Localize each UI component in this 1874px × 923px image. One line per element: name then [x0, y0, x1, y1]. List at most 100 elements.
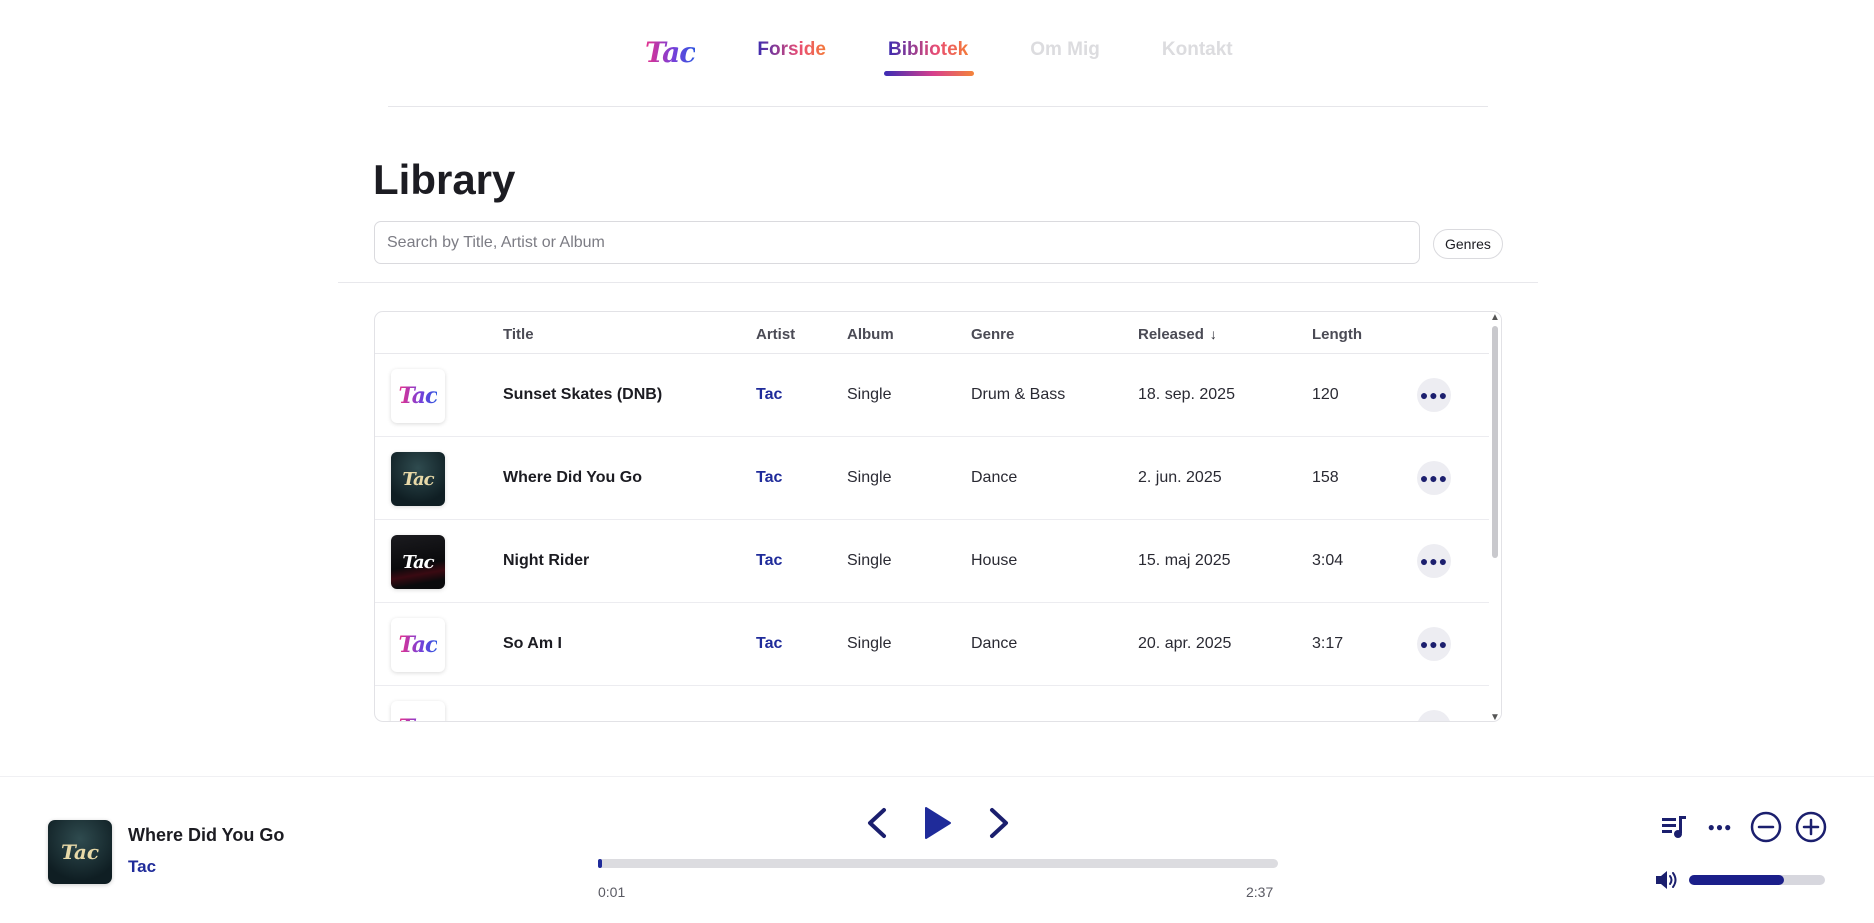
column-header-artist[interactable]: Artist	[756, 326, 795, 343]
cover-art-where-did-you-go: Tac	[391, 452, 445, 506]
track-artist-link[interactable]: Tac	[756, 386, 782, 404]
nav-link-bibliotek[interactable]: Bibliotek	[883, 38, 975, 76]
row-more-options-button[interactable]: ●●●	[1417, 544, 1451, 578]
playback-progress-fill	[598, 859, 603, 868]
track-album: Single	[847, 469, 892, 486]
scroll-down-arrow-icon[interactable]: ▼	[1490, 712, 1500, 721]
scroll-up-arrow-icon[interactable]: ▲	[1490, 312, 1500, 323]
nav-bar: Tac Forside Bibliotek Om Mig Kontakt	[645, 36, 1233, 76]
volume-slider[interactable]	[1689, 875, 1825, 885]
volume-down-button[interactable]	[1750, 811, 1782, 843]
section-divider	[338, 282, 1538, 283]
cover-art-tac-logo: Tac	[391, 618, 445, 672]
column-header-title[interactable]: Title	[503, 326, 534, 343]
column-header-released[interactable]: Released ↓	[1138, 326, 1217, 343]
logo[interactable]: Tac	[645, 36, 696, 69]
track-artist-link[interactable]: Tac	[756, 469, 782, 487]
search-input[interactable]	[374, 221, 1420, 264]
track-album: Single	[847, 552, 892, 569]
track-album: Single	[847, 386, 892, 403]
nav-link-kontakt[interactable]: Kontakt	[1162, 39, 1233, 67]
speaker-volume-icon	[1656, 871, 1677, 889]
page-title: Library	[373, 156, 516, 203]
elapsed-time: 0:01	[598, 884, 626, 900]
row-more-options-button[interactable]: ●●●	[1417, 378, 1451, 412]
track-genre: Drum & Bass	[971, 386, 1066, 403]
track-length: 158	[1312, 469, 1339, 486]
ellipsis-icon: ●●●	[1420, 719, 1448, 721]
row-more-options-button[interactable]: ●●●	[1417, 710, 1451, 721]
play-icon	[925, 807, 951, 839]
more-options-button[interactable]: ●●●	[1704, 811, 1736, 843]
track-title: Sunset Skates (DNB)	[503, 386, 663, 403]
plus-circle-icon	[1795, 811, 1827, 843]
track-released: 18. sep. 2025	[1138, 386, 1235, 403]
ellipsis-icon: ●●●	[1419, 470, 1449, 486]
nav-link-forside[interactable]: Forside	[757, 39, 826, 67]
mute-button[interactable]	[1651, 864, 1683, 896]
tac-logo-icon: Tac	[398, 632, 439, 658]
nav-link-om-mig[interactable]: Om Mig	[1030, 39, 1100, 67]
queue-music-icon	[1662, 816, 1686, 838]
queue-button[interactable]	[1658, 811, 1690, 843]
row-more-options-button[interactable]: ●●●	[1417, 461, 1451, 495]
ellipsis-icon: ●●●	[1419, 553, 1449, 569]
tac-logo-icon: Tac	[402, 551, 434, 573]
library-table: Title Artist Album Genre Released ↓ Lengt…	[374, 311, 1502, 722]
track-length: 120	[1312, 386, 1339, 403]
track-title: Where Did You Go	[503, 469, 642, 486]
playback-progress-slider[interactable]	[598, 859, 1278, 868]
previous-track-button[interactable]	[857, 803, 897, 843]
column-header-genre[interactable]: Genre	[971, 326, 1014, 343]
track-released: 15. maj 2025	[1138, 552, 1231, 569]
track-released: 2. jun. 2025	[1138, 469, 1222, 486]
column-header-length[interactable]: Length	[1312, 326, 1362, 343]
table-row[interactable]: Tac Sunset Skates (DNB) Tac Single Drum …	[375, 354, 1491, 437]
genres-filter-button[interactable]: Genres	[1433, 229, 1503, 259]
track-genre: Dance	[971, 469, 1018, 486]
table-scrollbar[interactable]: ▲ ▼	[1489, 312, 1501, 721]
tac-logo-icon: Tac	[402, 468, 434, 490]
tac-logo-icon: Tac	[398, 383, 439, 409]
table-row[interactable]: Tac Night Rider Tac Single House 15. maj…	[375, 520, 1491, 603]
table-header: Title Artist Album Genre Released ↓ Lengt…	[375, 312, 1491, 354]
chevron-right-icon	[990, 808, 1008, 838]
chevron-left-icon	[868, 808, 886, 838]
volume-up-button[interactable]	[1795, 811, 1827, 843]
now-playing-title: Where Did You Go	[128, 825, 285, 845]
top-nav: Tac Forside Bibliotek Om Mig Kontakt	[0, 0, 1874, 108]
cover-art-tac-logo: Tac	[391, 701, 445, 721]
cover-art-tac-logo: Tac	[391, 369, 445, 423]
cover-art-night-rider: Tac	[391, 535, 445, 589]
track-length: 3:04	[1312, 552, 1344, 569]
track-artist-link[interactable]: Tac	[756, 552, 782, 570]
minus-circle-icon	[1750, 811, 1782, 843]
play-button[interactable]	[917, 803, 957, 843]
ellipsis-icon: ●●●	[1707, 820, 1733, 834]
next-track-button[interactable]	[979, 803, 1019, 843]
sort-down-arrow-icon: ↓	[1209, 326, 1217, 342]
table-row[interactable]: Tac So Am I Tac Single Dance 20. apr. 20…	[375, 603, 1491, 686]
track-released: 20. apr. 2025	[1138, 635, 1232, 652]
track-title: Night Rider	[503, 552, 590, 569]
table-row-partial[interactable]: Tac ●●●	[375, 686, 1491, 721]
table-row[interactable]: Tac Where Did You Go Tac Single Dance 2.…	[375, 437, 1491, 520]
ellipsis-icon: ●●●	[1419, 387, 1449, 403]
now-playing-artist-link[interactable]: Tac	[128, 857, 156, 877]
nav-link-bibliotek-label: Bibliotek	[887, 38, 969, 60]
player-bar: Tac Where Did You Go Tac 0:01 2:37 ●●●	[0, 776, 1874, 923]
volume-slider-fill	[1689, 875, 1785, 885]
nav-divider	[388, 106, 1488, 107]
tac-logo-icon: Tac	[60, 840, 100, 864]
now-playing-cover[interactable]: Tac	[48, 820, 112, 884]
active-nav-indicator	[883, 70, 975, 76]
track-genre: Dance	[971, 635, 1018, 652]
column-header-album[interactable]: Album	[847, 326, 894, 343]
track-length: 3:17	[1312, 635, 1344, 652]
track-album: Single	[847, 635, 892, 652]
total-duration: 2:37	[1246, 884, 1274, 900]
row-more-options-button[interactable]: ●●●	[1417, 627, 1451, 661]
track-artist-link[interactable]: Tac	[756, 635, 782, 653]
scrollbar-thumb[interactable]	[1492, 326, 1498, 558]
track-title: So Am I	[503, 635, 562, 652]
